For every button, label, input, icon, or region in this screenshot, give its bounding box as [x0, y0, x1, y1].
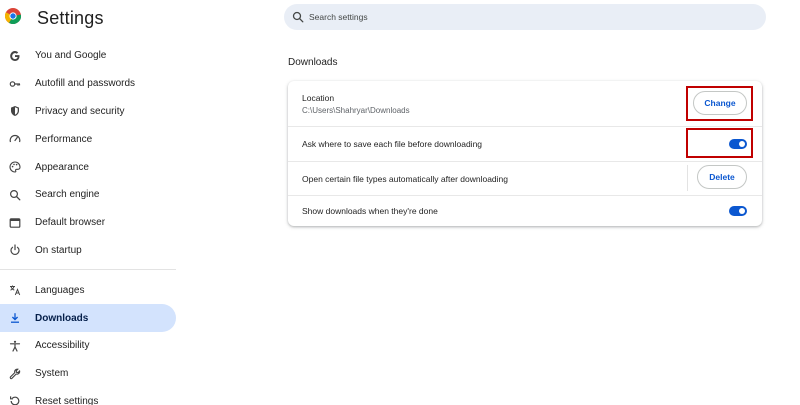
sidebar-item-label: Reset settings: [35, 395, 99, 405]
sidebar-item-performance[interactable]: Performance: [0, 125, 176, 153]
translate-icon: [8, 283, 22, 297]
section-title: Downloads: [288, 57, 338, 68]
search-icon: [292, 11, 304, 23]
highlight-box-change: [686, 86, 753, 121]
sidebar-item-default-browser[interactable]: Default browser: [0, 209, 176, 237]
sidebar-item-label: Downloads: [35, 312, 89, 324]
sidebar-item-privacy-and-security[interactable]: Privacy and security: [0, 98, 176, 126]
sidebar-item-label: Accessibility: [35, 340, 90, 352]
location-path: C:\Users\Shahryar\Downloads: [302, 105, 410, 115]
open-file-types-label: Open certain file types automatically af…: [302, 173, 509, 184]
google-g-icon: [8, 49, 22, 63]
wrench-icon: [8, 367, 22, 381]
location-label: Location: [302, 92, 335, 103]
download-icon: [8, 311, 22, 325]
sidebar-item-search-engine[interactable]: Search engine: [0, 181, 176, 209]
sidebar-item-label: You and Google: [35, 50, 107, 62]
power-icon: [8, 243, 22, 257]
sidebar-item-appearance[interactable]: Appearance: [0, 153, 176, 181]
sidebar-item-accessibility[interactable]: Accessibility: [0, 332, 176, 360]
search-placeholder: Search settings: [309, 12, 368, 22]
reset-icon: [8, 394, 22, 405]
highlight-box-ask-toggle: [686, 128, 753, 158]
sidebar-item-on-startup[interactable]: On startup: [0, 237, 176, 265]
sidebar: You and Google Autofill and passwords Pr…: [0, 42, 176, 405]
toggle-knob: [739, 208, 745, 214]
key-icon: [8, 77, 22, 91]
chrome-logo-icon: [5, 8, 21, 24]
show-downloads-label: Show downloads when they're done: [302, 206, 438, 216]
sidebar-item-languages[interactable]: Languages: [0, 276, 176, 304]
sidebar-divider: [0, 269, 176, 271]
vertical-separator: [687, 165, 688, 191]
sidebar-item-label: Privacy and security: [35, 105, 125, 117]
sidebar-item-reset-settings[interactable]: Reset settings: [0, 388, 176, 405]
shield-icon: [8, 104, 22, 118]
sidebar-item-downloads[interactable]: Downloads: [0, 304, 176, 332]
browser-window-icon: [8, 216, 22, 230]
accessibility-icon: [8, 339, 22, 353]
speedometer-icon: [8, 132, 22, 146]
sidebar-item-label: Autofill and passwords: [35, 78, 136, 90]
app-title: Settings: [37, 8, 104, 28]
palette-icon: [8, 160, 22, 174]
sidebar-item-label: Appearance: [35, 161, 89, 173]
open-file-types-row: Open certain file types automatically af…: [288, 162, 762, 195]
sidebar-item-autofill-and-passwords[interactable]: Autofill and passwords: [0, 70, 176, 98]
search-settings-input[interactable]: Search settings: [284, 4, 766, 30]
ask-where-label: Ask where to save each file before downl…: [302, 139, 483, 149]
search-icon: [8, 188, 22, 202]
show-downloads-row[interactable]: Show downloads when they're done: [288, 196, 762, 226]
sidebar-item-label: On startup: [35, 244, 82, 256]
delete-file-types-button[interactable]: Delete: [697, 165, 747, 189]
sidebar-item-label: Default browser: [35, 217, 106, 229]
sidebar-item-label: Languages: [35, 284, 85, 296]
sidebar-item-system[interactable]: System: [0, 360, 176, 388]
sidebar-item-label: Search engine: [35, 189, 100, 201]
sidebar-item-label: Performance: [35, 133, 93, 145]
show-downloads-toggle[interactable]: [729, 206, 747, 216]
sidebar-item-you-and-google[interactable]: You and Google: [0, 42, 176, 70]
sidebar-item-label: System: [35, 368, 69, 380]
